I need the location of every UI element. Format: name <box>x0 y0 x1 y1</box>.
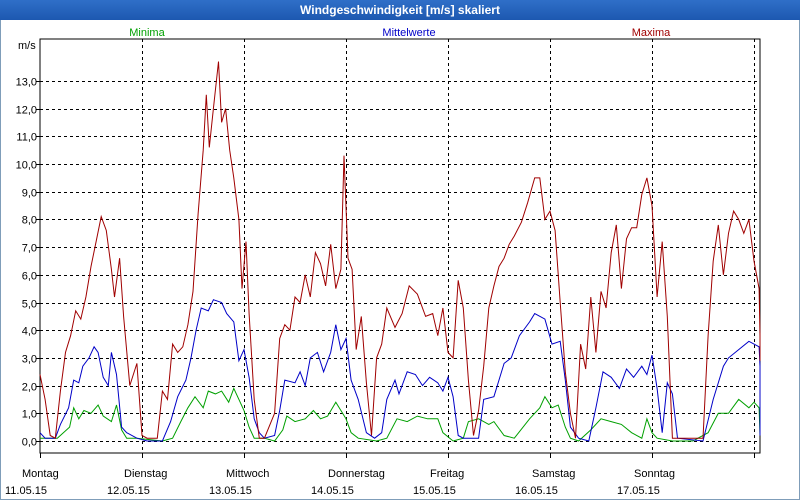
x-tick-date: 17.05.15 <box>617 485 660 497</box>
y-axis: 0,0 1,0 2,0 3,0 4,0 5,0 6,0 7,0 8,0 9,0 10,0 11,0 12… <box>16 77 40 449</box>
series-line-minima <box>40 387 761 442</box>
y-tick-label: 7,0 <box>22 243 37 255</box>
x-tick-weekday: Mittwoch <box>226 468 269 480</box>
x-tick-date: 15.05.15 <box>413 485 456 497</box>
y-tick-label: 0,0 <box>22 437 37 449</box>
x-tick-date: 12.05.15 <box>107 485 150 497</box>
y-tick-label: 12,0 <box>16 105 37 117</box>
y-tick-label: 3,0 <box>22 354 37 366</box>
y-tick-label: 5,0 <box>22 299 37 311</box>
x-tick-weekday: Samstag <box>532 468 575 480</box>
y-tick-label: 9,0 <box>22 188 37 200</box>
y-tick-label: 8,0 <box>22 215 37 227</box>
y-tick-label: 11,0 <box>16 132 37 144</box>
x-tick-date: 14.05.15 <box>311 485 354 497</box>
legend-entry-maxima: Maxima <box>632 27 671 39</box>
x-tick-weekday: Donnerstag <box>328 468 385 480</box>
y-tick-label: 2,0 <box>22 382 37 394</box>
legend-entry-mittelwerte: Mittelwerte <box>382 27 435 39</box>
y-axis-unit: m/s <box>18 40 36 52</box>
y-tick-label: 4,0 <box>22 326 37 338</box>
y-tick-label: 6,0 <box>22 271 37 283</box>
legend: Minima Mittelwerte Maxima <box>129 27 671 39</box>
y-tick-label: 1,0 <box>22 409 37 421</box>
x-tick-date: 11.05.15 <box>5 485 47 497</box>
y-tick-label: 10,0 <box>16 160 37 172</box>
legend-entry-minima: Minima <box>129 27 165 39</box>
x-tick-date: 13.05.15 <box>209 485 252 497</box>
x-tick-weekday: Dienstag <box>124 468 167 480</box>
wind-speed-chart: 0,0 1,0 2,0 3,0 4,0 5,0 6,0 7,0 8,0 9,0 10,0 11,0 12… <box>5 27 761 497</box>
y-tick-label: 13,0 <box>16 77 37 89</box>
x-tick-weekday: Montag <box>22 468 59 480</box>
x-axis: Montag 11.05.15 Dienstag 12.05.15 Mittwoch 13… <box>5 453 755 497</box>
x-tick-date: 16.05.15 <box>515 485 558 497</box>
x-tick-weekday: Sonntag <box>634 468 675 480</box>
x-tick-weekday: Freitag <box>430 468 464 480</box>
